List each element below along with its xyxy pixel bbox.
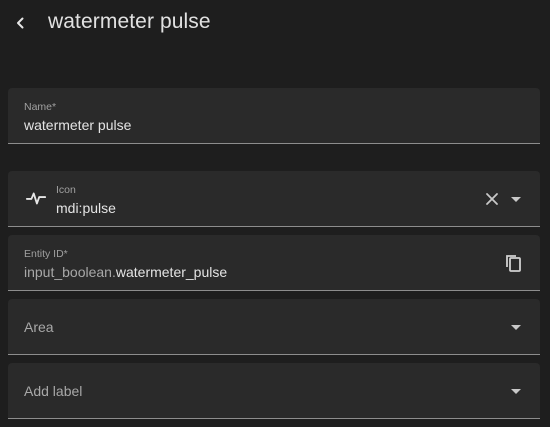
name-field-label: Name*	[24, 101, 57, 113]
icon-field-label: Icon	[56, 184, 76, 196]
icon-field-value[interactable]: mdi:pulse	[56, 200, 116, 216]
clear-icon[interactable]	[484, 191, 500, 207]
entity-id-field-label: Entity ID*	[24, 248, 68, 260]
entity-id-suffix[interactable]: watermeter_pulse	[116, 264, 227, 280]
pulse-icon	[25, 192, 47, 205]
icon-picker-field[interactable]: Icon mdi:pulse	[8, 171, 540, 227]
copy-icon[interactable]	[503, 253, 523, 273]
area-field-placeholder: Area	[24, 319, 54, 335]
dropdown-arrow-icon[interactable]	[508, 191, 524, 207]
entity-id-field-value[interactable]: input_boolean.watermeter_pulse	[24, 264, 227, 280]
entity-id-prefix: input_boolean.	[24, 264, 116, 280]
label-field-placeholder: Add label	[24, 383, 83, 399]
top-app-bar: watermeter pulse	[0, 0, 550, 48]
name-field-value[interactable]: watermeter pulse	[24, 117, 131, 133]
chevron-left-icon	[17, 17, 24, 29]
entity-id-field[interactable]: Entity ID* input_boolean.watermeter_puls…	[8, 235, 540, 291]
back-button[interactable]	[8, 8, 32, 38]
label-picker-field[interactable]: Add label	[8, 363, 540, 419]
name-field[interactable]: Name* watermeter pulse	[8, 88, 540, 144]
dropdown-arrow-icon[interactable]	[508, 319, 524, 335]
page-title: watermeter pulse	[48, 10, 211, 33]
area-picker-field[interactable]: Area	[8, 299, 540, 355]
dropdown-arrow-icon[interactable]	[508, 383, 524, 399]
